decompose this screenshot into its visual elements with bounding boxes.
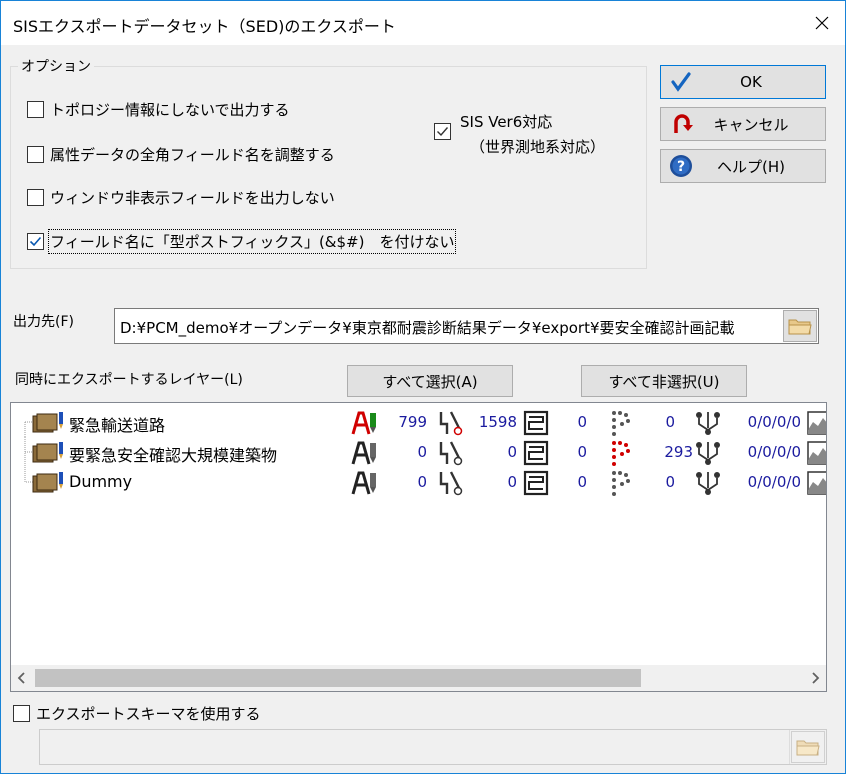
grid-object-icon [807, 441, 826, 465]
checkbox-box[interactable] [27, 233, 44, 250]
close-button[interactable] [799, 1, 845, 45]
topology-checkbox[interactable]: トポロジー情報にしないで出力する [27, 99, 290, 120]
point-count: 0 [665, 413, 675, 431]
node-info: 0/0/0/0 [747, 473, 801, 491]
select-all-button[interactable]: すべて選択(A) [347, 365, 513, 397]
checkmark-icon [437, 127, 449, 137]
scroll-right-button[interactable] [804, 665, 826, 691]
checkbox-label: エクスポートスキーマを使用する [36, 705, 261, 723]
browse-folder-button[interactable] [783, 310, 817, 342]
schema-browse-button [791, 731, 825, 763]
checkbox-label: 属性データの全角フィールド名を調整する [50, 146, 335, 164]
layer-name: 要緊急安全確認大規模建築物 [69, 446, 278, 465]
ver6-label: SIS Ver6対応 [460, 113, 553, 131]
area-count: 0 [577, 473, 587, 491]
scroll-left-button[interactable] [11, 665, 33, 691]
output-label: 出力先(F) [13, 314, 74, 330]
layer-row[interactable]: 要緊急安全確認大規模建築物 0 0 0 293 0/0/0/0 [11, 437, 826, 467]
checkbox-box[interactable] [434, 123, 451, 140]
ok-button[interactable]: OK [660, 65, 826, 99]
folder-icon [796, 740, 820, 756]
help-button[interactable]: ? ヘルプ(H) [660, 149, 826, 183]
layer-row[interactable]: 緊急輸送道路 799 1598 0 0 0/0/0/0 [11, 407, 826, 437]
layer-icon [32, 412, 63, 433]
line-count: 0 [507, 443, 517, 461]
cancel-label: キャンセル [713, 115, 789, 134]
checkbox-box[interactable] [27, 146, 44, 163]
deselect-all-button[interactable]: すべて非選択(U) [581, 365, 747, 397]
text-object-icon [351, 441, 376, 465]
point-count: 0 [665, 473, 675, 491]
text-count: 799 [398, 413, 427, 431]
window-title: SISエクスポートデータセット（SED)のエクスポート [13, 17, 396, 36]
text-object-icon [351, 411, 376, 435]
node-object-icon [696, 472, 720, 495]
area-object-icon [523, 440, 549, 466]
help-label: ヘルプ(H) [717, 157, 785, 176]
grid-object-icon [807, 471, 826, 495]
grid-object-icon [807, 411, 826, 435]
checkbox-box[interactable] [27, 189, 44, 206]
layer-icon [32, 442, 63, 463]
horizontal-scrollbar[interactable] [11, 665, 826, 691]
area-count: 0 [577, 443, 587, 461]
point-object-icon [612, 471, 630, 496]
use-schema-checkbox[interactable]: エクスポートスキーマを使用する [13, 703, 261, 724]
chevron-right-icon [812, 672, 820, 684]
text-object-icon [351, 471, 376, 495]
area-object-icon [523, 470, 549, 496]
ver6-sublabel: （世界測地系対応） [470, 138, 606, 156]
chevron-left-icon [17, 672, 25, 684]
fullwidth-field-checkbox[interactable]: 属性データの全角フィールド名を調整する [27, 144, 335, 165]
cancel-button[interactable]: キャンセル [660, 107, 826, 141]
point-object-icon [612, 411, 630, 436]
output-path-field[interactable]: D:¥PCM_demo¥オープンデータ¥東京都耐震診断結果データ¥export¥… [114, 308, 819, 344]
point-object-icon [612, 441, 630, 466]
close-icon [815, 16, 829, 30]
title-bar: SISエクスポートデータセット（SED)のエクスポート [1, 1, 845, 45]
ok-label: OK [740, 73, 762, 91]
checkbox-label: フィールド名に「型ポストフィックス」(&$#) を付けない [47, 229, 457, 254]
checkmark-icon [29, 236, 42, 247]
output-path-value: D:¥PCM_demo¥オープンデータ¥東京都耐震診断結果データ¥export¥… [120, 319, 735, 337]
folder-icon [788, 319, 812, 335]
area-object-icon [523, 410, 549, 436]
checkbox-box[interactable] [13, 705, 30, 722]
line-object-icon [439, 441, 463, 466]
node-object-icon [696, 442, 720, 465]
line-count: 0 [507, 473, 517, 491]
node-object-icon [696, 412, 720, 435]
schema-path-field [39, 729, 827, 765]
checkbox-label: ウィンドウ非表示フィールドを出力しない [50, 189, 335, 207]
node-info: 0/0/0/0 [747, 413, 801, 431]
options-legend: オプション [21, 59, 91, 75]
hidden-field-checkbox[interactable]: ウィンドウ非表示フィールドを出力しない [27, 187, 335, 208]
layer-name: Dummy [69, 472, 133, 491]
layer-name: 緊急輸送道路 [69, 416, 166, 435]
line-object-icon [439, 471, 463, 496]
layer-list[interactable]: 緊急輸送道路 799 1598 0 0 0/0/0/0 要緊急安全確認大規模建築… [10, 402, 827, 692]
point-count: 293 [664, 443, 693, 461]
text-count: 0 [417, 473, 427, 491]
line-object-icon [439, 411, 463, 436]
line-count: 1598 [478, 413, 517, 431]
layer-row[interactable]: Dummy 0 0 0 0 0/0/0/0 [11, 467, 826, 497]
schema-path-input [40, 730, 790, 764]
checkbox-label: トポロジー情報にしないで出力する [50, 101, 290, 119]
checkbox-box[interactable] [27, 101, 44, 118]
layers-label: 同時にエクスポートするレイヤー(L) [15, 372, 243, 388]
area-count: 0 [577, 413, 587, 431]
scroll-thumb[interactable] [35, 669, 641, 687]
layer-icon [32, 472, 63, 493]
postfix-checkbox[interactable]: フィールド名に「型ポストフィックス」(&$#) を付けない [27, 229, 457, 254]
export-dialog: SISエクスポートデータセット（SED)のエクスポート オプション トポロジー情… [0, 0, 846, 774]
text-count: 0 [417, 443, 427, 461]
node-info: 0/0/0/0 [747, 443, 801, 461]
